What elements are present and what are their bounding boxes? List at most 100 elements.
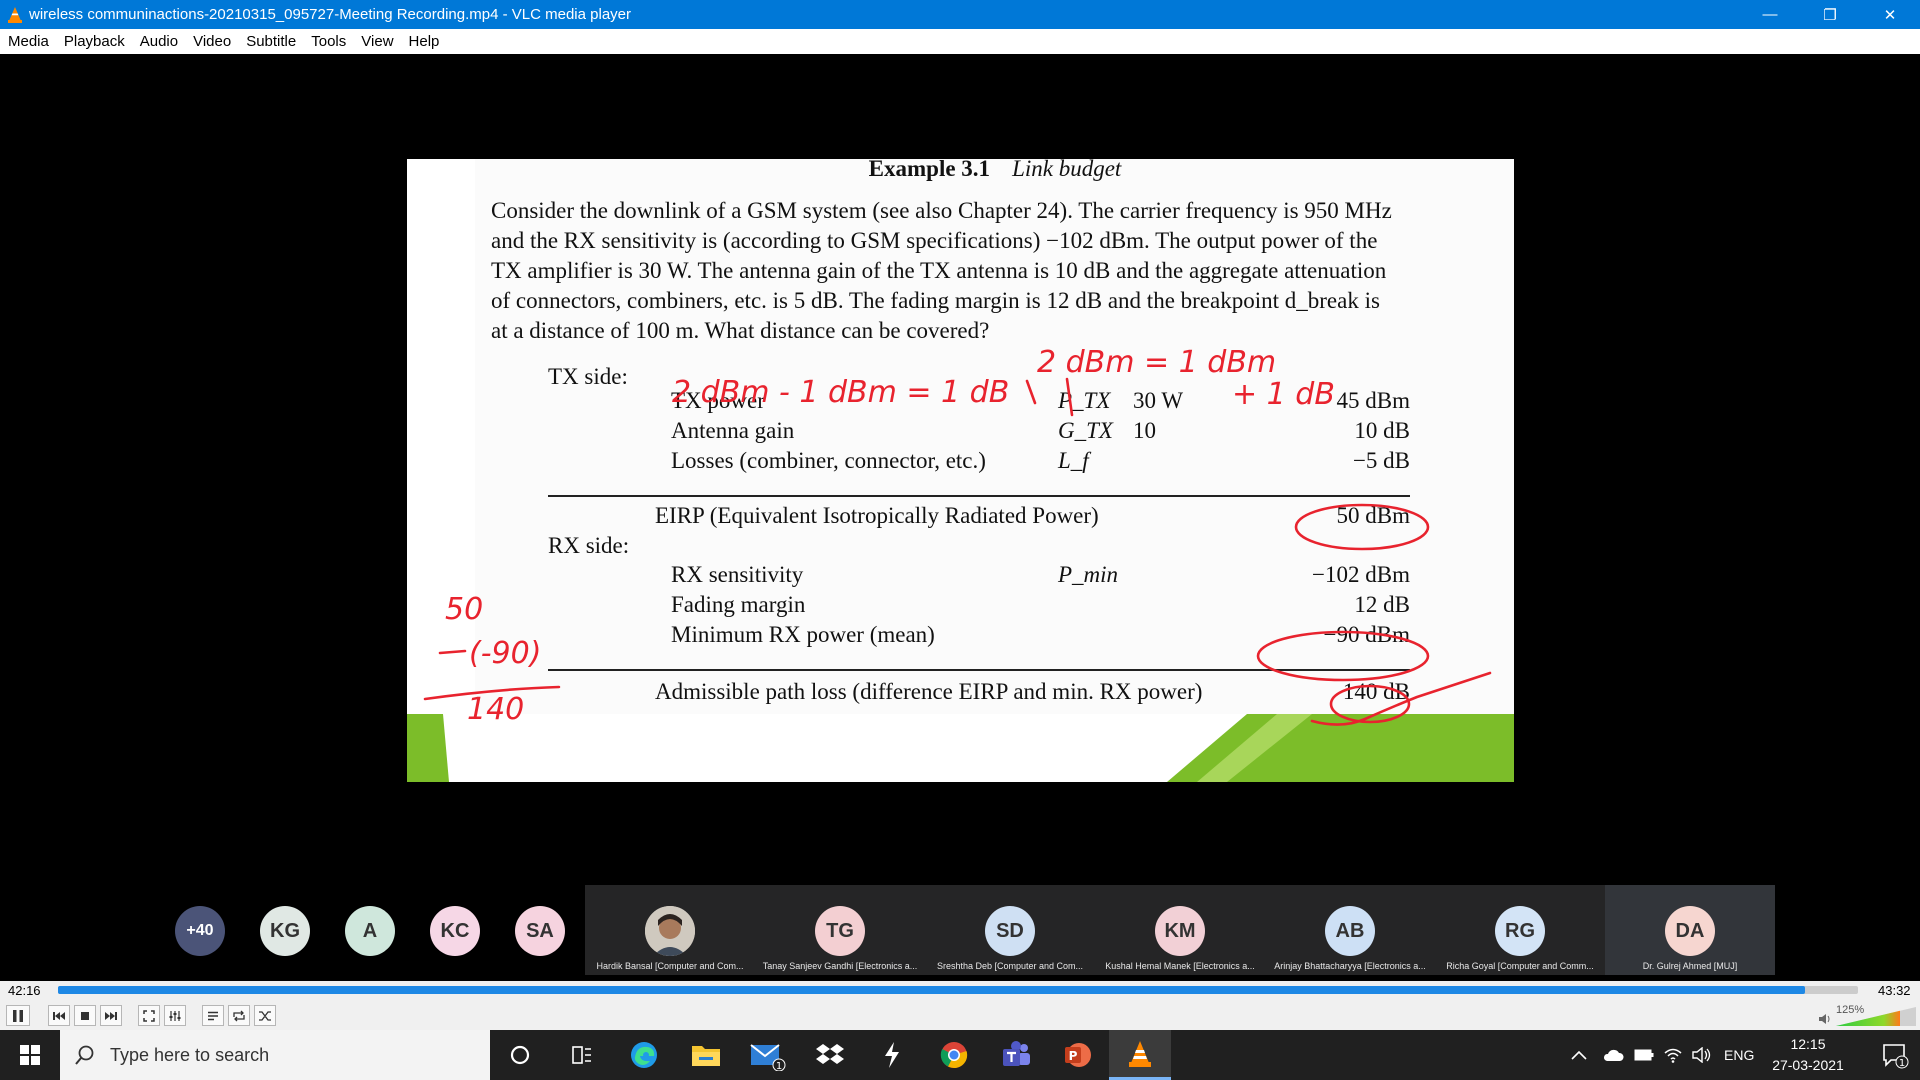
loop-icon	[233, 1010, 245, 1021]
clock-time: 12:15	[1790, 1036, 1826, 1052]
menu-view[interactable]: View	[361, 33, 393, 50]
winamp-button[interactable]	[861, 1030, 923, 1080]
participants-strip: +40 KG A KC SA Hardik Bansal [Computer a…	[0, 885, 1920, 975]
handwriting-annotations: 2 dBm = 1 dBm + 1 dB 2 dBm - 1 dBm = 1 d…	[423, 345, 1492, 727]
participant-avatar: KM	[1155, 906, 1205, 956]
previous-button[interactable]	[48, 1005, 70, 1026]
participant-avatar[interactable]: SA	[515, 906, 565, 956]
loop-button[interactable]	[228, 1005, 250, 1026]
menu-help[interactable]: Help	[409, 33, 440, 50]
menu-subtitle[interactable]: Subtitle	[246, 33, 296, 50]
menu-tools[interactable]: Tools	[311, 33, 346, 50]
participant-avatar[interactable]: KC	[430, 906, 480, 956]
skip-forward-icon	[105, 1011, 117, 1020]
fullscreen-icon	[143, 1009, 155, 1022]
stop-button[interactable]	[74, 1005, 96, 1026]
notification-count: 1	[1899, 1058, 1905, 1069]
more-participants-bubble[interactable]: +40	[175, 906, 225, 956]
playlist-button[interactable]	[202, 1005, 224, 1026]
handwriting-tx-note: 2 dBm - 1 dBm = 1 dB	[672, 375, 1009, 410]
dropbox-button[interactable]	[799, 1030, 861, 1080]
seek-slider[interactable]	[58, 986, 1858, 994]
speaker-icon	[1819, 1014, 1830, 1024]
volume-slider[interactable]	[1836, 1005, 1916, 1027]
taskbar-clock[interactable]: 12:15 27-03-2021	[1762, 1034, 1854, 1076]
shared-slide: Example 3.1 Link budget Consider the down…	[407, 159, 1514, 782]
participant-avatar: DA	[1665, 906, 1715, 956]
start-button[interactable]	[0, 1030, 60, 1080]
battery-icon[interactable]	[1634, 1049, 1654, 1061]
vlc-taskbar-button[interactable]	[1109, 1030, 1171, 1080]
equalizer-icon	[169, 1010, 181, 1021]
close-button[interactable]: ✕	[1860, 0, 1920, 29]
folder-icon	[692, 1046, 720, 1066]
menu-video[interactable]: Video	[193, 33, 231, 50]
clock-date: 27-03-2021	[1772, 1057, 1844, 1073]
participant-name: Arinjay Bhattacharyya [Electronics a...	[1274, 961, 1426, 971]
cortana-button[interactable]	[489, 1030, 551, 1080]
notification-icon: 1	[1883, 1044, 1909, 1069]
dropbox-icon	[816, 1044, 844, 1064]
volume-icon[interactable]	[1692, 1047, 1712, 1063]
window-title: wireless communinactions-20210315_095727…	[29, 6, 631, 23]
participant-tile[interactable]: AB Arinjay Bhattacharyya [Electronics a.…	[1265, 885, 1435, 975]
participant-avatar[interactable]: A	[345, 906, 395, 956]
shuffle-icon	[259, 1010, 271, 1021]
seek-row: 42:16 43:32	[0, 981, 1920, 1001]
title-bar: wireless communinactions-20210315_095727…	[0, 0, 1920, 29]
file-explorer-button[interactable]	[675, 1030, 737, 1080]
wifi-icon[interactable]	[1664, 1047, 1682, 1063]
handwriting-sum-mid: (-90)	[469, 636, 541, 671]
next-button[interactable]	[100, 1005, 122, 1026]
menu-audio[interactable]: Audio	[140, 33, 178, 50]
participant-name: Dr. Gulrej Ahmed [MUJ]	[1642, 961, 1738, 971]
search-icon	[75, 1045, 94, 1065]
edge-button[interactable]	[613, 1030, 675, 1080]
fullscreen-button[interactable]	[138, 1005, 160, 1026]
taskbar-search-box[interactable]: Type here to search	[60, 1030, 490, 1080]
handwriting-sum-result: 140	[467, 692, 524, 727]
participant-tile[interactable]: Hardik Bansal [Computer and Com...	[585, 885, 755, 975]
onedrive-cloud-icon[interactable]	[1602, 1048, 1624, 1062]
vlc-cone-icon	[1129, 1040, 1151, 1067]
skip-back-icon	[53, 1011, 65, 1020]
participant-tile[interactable]: DA Dr. Gulrej Ahmed [MUJ]	[1605, 885, 1775, 975]
pause-button[interactable]	[6, 1005, 30, 1026]
task-view-icon	[572, 1046, 591, 1064]
participant-name: Sreshtha Deb [Computer and Com...	[936, 961, 1084, 971]
elapsed-time: 42:16	[8, 983, 41, 998]
participant-avatar[interactable]: KG	[260, 906, 310, 956]
total-time: 43:32	[1878, 983, 1911, 998]
teams-button[interactable]	[985, 1030, 1047, 1080]
handwriting-top-right-2: + 1 dB	[1232, 377, 1335, 412]
stop-icon	[81, 1011, 89, 1020]
powerpoint-button[interactable]: P	[1047, 1030, 1109, 1080]
action-center-button[interactable]: 1	[1870, 1030, 1920, 1080]
playback-controls: 125%	[0, 1001, 1920, 1030]
participant-tile[interactable]: KM Kushal Hemal Manek [Electronics a...	[1095, 885, 1265, 975]
playlist-icon	[208, 1011, 218, 1020]
participant-tile[interactable]: RG Richa Goyal [Computer and Comm...	[1435, 885, 1605, 975]
participant-name: Hardik Bansal [Computer and Com...	[596, 961, 744, 971]
edge-browser-icon	[631, 1042, 657, 1068]
restore-button[interactable]: ❐	[1800, 0, 1860, 29]
menu-playback[interactable]: Playback	[64, 33, 125, 50]
video-area[interactable]: Example 3.1 Link budget Consider the down…	[0, 54, 1920, 981]
mail-button[interactable]: 1	[737, 1030, 799, 1080]
volume-control[interactable]: 125%	[1818, 1004, 1916, 1027]
participant-tile[interactable]: SD Sreshtha Deb [Computer and Com...	[925, 885, 1095, 975]
extended-settings-button[interactable]	[164, 1005, 186, 1026]
menu-media[interactable]: Media	[8, 33, 49, 50]
participant-name: Richa Goyal [Computer and Comm...	[1446, 961, 1594, 971]
chrome-button[interactable]	[923, 1030, 985, 1080]
system-tray: ENG	[1570, 1030, 1754, 1080]
input-language[interactable]: ENG	[1724, 1047, 1754, 1063]
shuffle-button[interactable]	[254, 1005, 276, 1026]
taskbar: Type here to search 1 P ENG 12:15 27-03-…	[0, 1030, 1920, 1080]
minimize-button[interactable]: —	[1740, 0, 1800, 29]
teams-icon	[1003, 1041, 1030, 1066]
chevron-up-icon[interactable]	[1570, 1048, 1588, 1062]
svg-text:P: P	[1069, 1049, 1078, 1063]
participant-tile[interactable]: TG Tanay Sanjeev Gandhi [Electronics a..…	[755, 885, 925, 975]
task-view-button[interactable]	[551, 1030, 613, 1080]
